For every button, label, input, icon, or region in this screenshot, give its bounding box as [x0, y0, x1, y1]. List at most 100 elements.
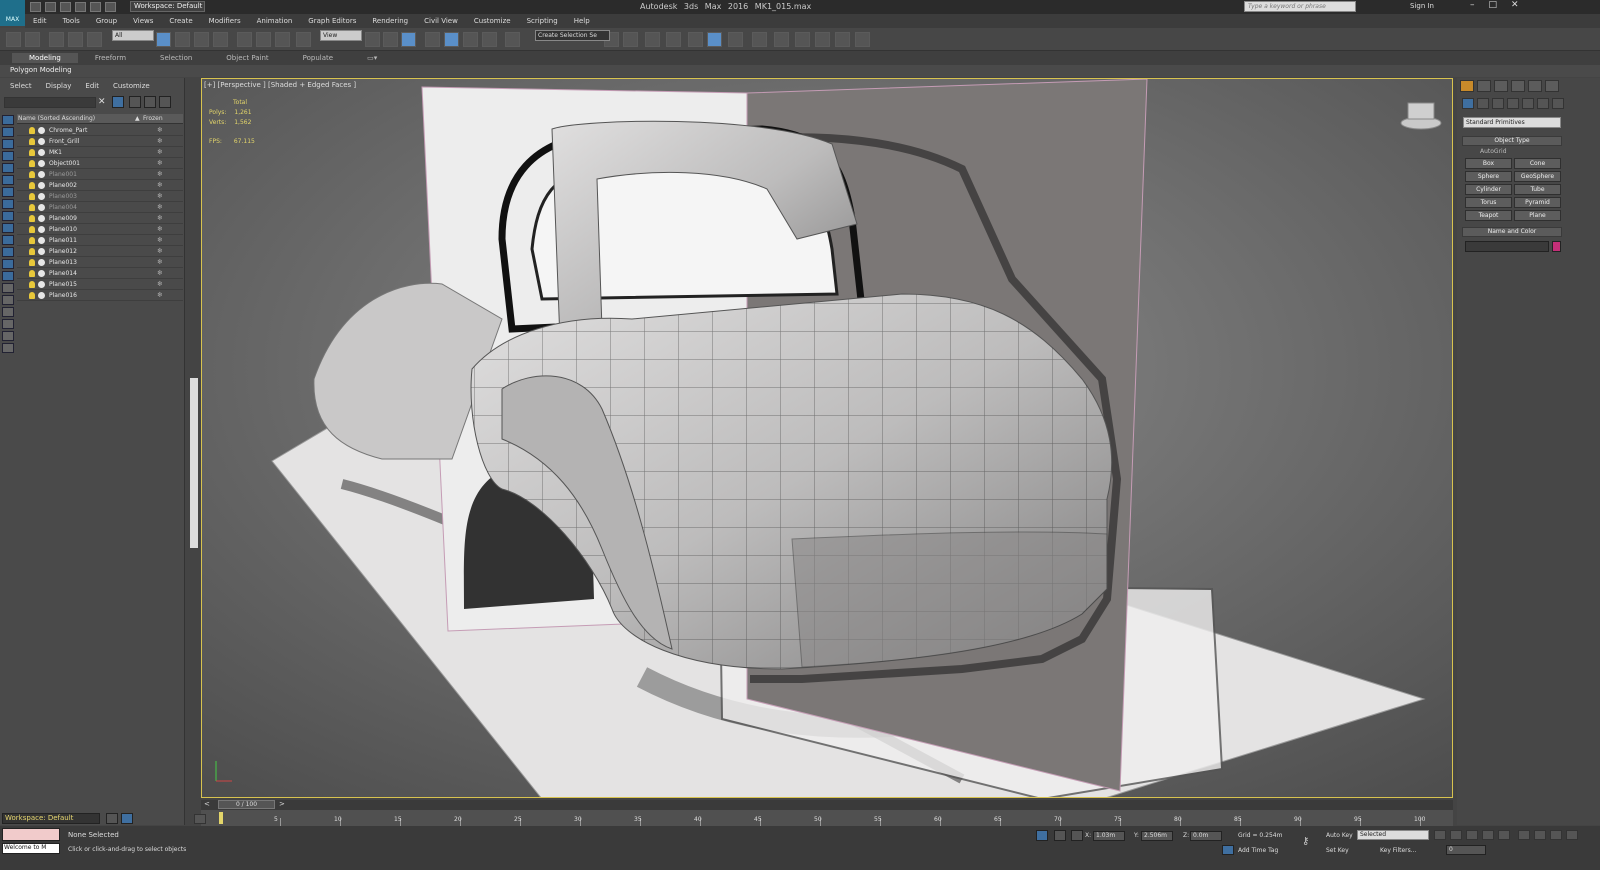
list-item[interactable]: Plane011 ❄ — [17, 235, 183, 246]
selection-lock-icon[interactable] — [1054, 830, 1066, 841]
project-folder-icon[interactable] — [105, 2, 116, 12]
snaps-toggle-icon[interactable] — [425, 32, 440, 47]
trackbar[interactable] — [201, 810, 1453, 826]
spinner-snap-icon[interactable] — [482, 32, 497, 47]
curve-editor-icon[interactable] — [688, 32, 703, 47]
frozen-snowflake-icon[interactable]: ❄ — [157, 246, 163, 257]
light-bulb-icon[interactable] — [29, 149, 35, 156]
layer-explorer-icon[interactable] — [645, 32, 660, 47]
y-coordinate-field[interactable]: 2.506m — [1141, 831, 1173, 841]
display-helpers-icon[interactable] — [2, 175, 14, 185]
geometry-icon[interactable] — [1462, 98, 1474, 109]
light-bulb-icon[interactable] — [29, 171, 35, 178]
clear-search-icon[interactable]: ✕ — [98, 97, 108, 107]
column-name-header[interactable]: Name (Sorted Ascending) — [18, 115, 95, 122]
set-key-button[interactable]: Set Key — [1326, 847, 1349, 854]
zoom-icon[interactable] — [1518, 830, 1530, 840]
time-tag-icon[interactable] — [1222, 845, 1234, 855]
play-icon[interactable] — [1466, 830, 1478, 840]
zoom-extents-icon[interactable] — [1550, 830, 1562, 840]
rotate-icon[interactable] — [256, 32, 271, 47]
scale-icon[interactable] — [275, 32, 290, 47]
mini-curve-editor-icon[interactable] — [194, 814, 206, 824]
place-icon[interactable] — [296, 32, 311, 47]
previous-frame-icon[interactable] — [1450, 830, 1462, 840]
tab-freeform[interactable]: Freeform — [78, 53, 143, 63]
torus-button[interactable]: Torus — [1465, 197, 1512, 208]
go-to-end-icon[interactable] — [1498, 830, 1510, 840]
named-selection-dropdown[interactable]: Create Selection Se — [535, 30, 610, 41]
menu-animation[interactable]: Animation — [249, 17, 301, 25]
undo-icon[interactable] — [75, 2, 86, 12]
menu-rendering[interactable]: Rendering — [364, 17, 416, 25]
geosphere-button[interactable]: GeoSphere — [1514, 171, 1561, 182]
frozen-snowflake-icon[interactable]: ❄ — [157, 136, 163, 147]
unlink-icon[interactable] — [68, 32, 83, 47]
frozen-snowflake-icon[interactable]: ❄ — [157, 279, 163, 290]
list-icon[interactable] — [2, 343, 14, 353]
funnel-icon[interactable] — [2, 319, 14, 329]
list-item[interactable]: Object001 ❄ — [17, 158, 183, 169]
teapot-button[interactable]: Teapot — [1465, 210, 1512, 221]
hierarchy-tab-icon[interactable] — [1494, 80, 1508, 92]
frozen-snowflake-icon[interactable]: ❄ — [157, 191, 163, 202]
frozen-snowflake-icon[interactable]: ❄ — [157, 202, 163, 213]
percent-snap-icon[interactable] — [463, 32, 478, 47]
key-filters-button[interactable]: Key Filters... — [1380, 847, 1417, 854]
perspective-viewport[interactable] — [201, 78, 1453, 798]
display-cameras-icon[interactable] — [2, 163, 14, 173]
layer-explorer-toggle-icon[interactable] — [106, 813, 118, 824]
z-coordinate-field[interactable]: 0.0m — [1190, 831, 1222, 841]
box-button[interactable]: Box — [1465, 158, 1512, 169]
maximize-icon[interactable]: □ — [1489, 0, 1498, 10]
se-menu-edit[interactable]: Edit — [85, 82, 99, 90]
invert-display-icon[interactable] — [2, 283, 14, 293]
menu-modifiers[interactable]: Modifiers — [201, 17, 249, 25]
tab-object-paint[interactable]: Object Paint — [209, 53, 285, 63]
new-file-icon[interactable] — [30, 2, 41, 12]
plane-button[interactable]: Plane — [1514, 210, 1561, 221]
scene-explorer-search[interactable] — [4, 97, 96, 108]
menu-help[interactable]: Help — [566, 17, 598, 25]
application-menu-button[interactable]: MAX — [0, 0, 25, 26]
maximize-viewport-icon[interactable] — [1566, 830, 1578, 840]
maxscript-output[interactable]: Welcome to M — [2, 843, 60, 854]
list-item[interactable]: Plane001 ❄ — [17, 169, 183, 180]
frozen-snowflake-icon[interactable]: ❄ — [157, 180, 163, 191]
select-manipulate-icon[interactable] — [383, 32, 398, 47]
bind-space-warp-icon[interactable] — [87, 32, 102, 47]
zoom-all-icon[interactable] — [1534, 830, 1546, 840]
cone-button[interactable]: Cone — [1514, 158, 1561, 169]
pivot-center-icon[interactable] — [365, 32, 380, 47]
add-time-tag[interactable]: Add Time Tag — [1238, 847, 1278, 854]
a360-icon[interactable] — [855, 32, 870, 47]
layer-sort-icon[interactable] — [159, 96, 171, 108]
light-bulb-icon[interactable] — [29, 270, 35, 277]
pyramid-button[interactable]: Pyramid — [1514, 197, 1561, 208]
frozen-snowflake-icon[interactable]: ❄ — [157, 125, 163, 136]
lights-icon[interactable] — [1492, 98, 1504, 109]
display-spacewarps-icon[interactable] — [2, 187, 14, 197]
x-coordinate-field[interactable]: 1.03m — [1093, 831, 1125, 841]
display-none-icon[interactable] — [2, 271, 14, 281]
link-icon[interactable] — [49, 32, 64, 47]
frozen-snowflake-icon[interactable]: ❄ — [157, 257, 163, 268]
sort-arrow-icon[interactable]: ▲ — [135, 115, 140, 122]
isolate-selection-icon[interactable] — [1036, 830, 1048, 841]
viewcube-icon[interactable] — [1407, 102, 1435, 120]
list-item[interactable]: Plane002 ❄ — [17, 180, 183, 191]
list-item[interactable]: Plane016 ❄ — [17, 290, 183, 301]
frozen-snowflake-icon[interactable]: ❄ — [157, 224, 163, 235]
menu-scripting[interactable]: Scripting — [519, 17, 566, 25]
light-bulb-icon[interactable] — [29, 138, 35, 145]
light-bulb-icon[interactable] — [29, 127, 35, 134]
menu-tools[interactable]: Tools — [55, 17, 88, 25]
se-menu-select[interactable]: Select — [10, 82, 32, 90]
keyboard-shortcut-icon[interactable] — [401, 32, 416, 47]
close-icon[interactable]: ✕ — [1511, 0, 1519, 10]
key-icon[interactable]: ⚷ — [1302, 836, 1309, 847]
next-frame-icon[interactable] — [1482, 830, 1494, 840]
object-type-rollout[interactable]: Object Type — [1462, 136, 1562, 146]
frozen-snowflake-icon[interactable]: ❄ — [157, 213, 163, 224]
display-hidden-icon[interactable] — [2, 259, 14, 269]
